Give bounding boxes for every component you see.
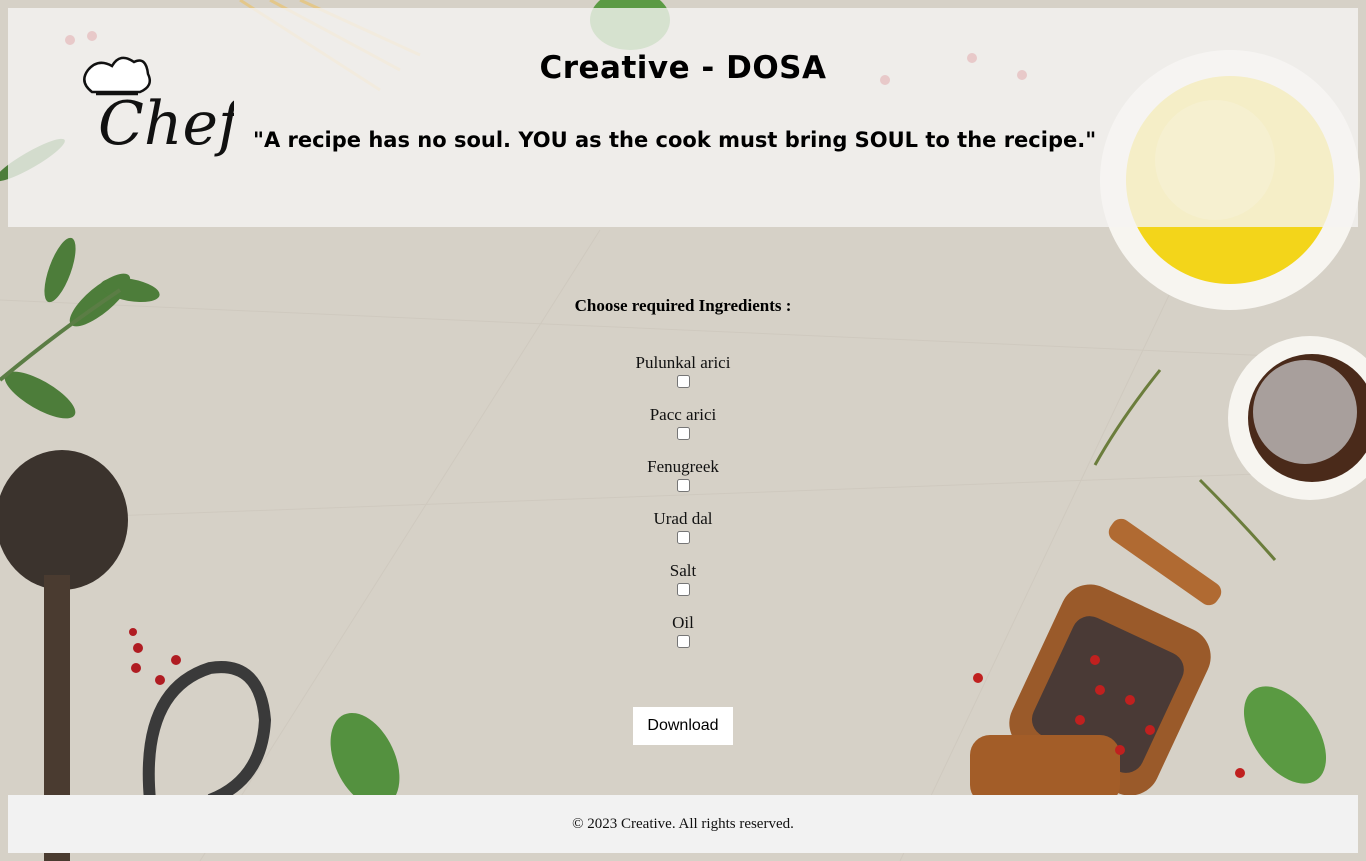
site-footer: © 2023 Creative. All rights reserved.: [8, 795, 1358, 853]
ingredients-form: Choose required Ingredients : Pulunkal a…: [0, 296, 1366, 665]
ingredient-checkbox-urad-dal[interactable]: [676, 531, 690, 544]
site-header: Chef Creative - DOSA "A recipe has no so…: [8, 8, 1358, 227]
ingredient-label: Urad dal: [653, 509, 713, 528]
ingredient-checkbox-pacc-arici[interactable]: [676, 427, 690, 440]
ingredient-item: Pulunkal arici: [0, 353, 1366, 405]
ingredient-checkbox-fenugreek[interactable]: [676, 479, 690, 492]
ingredient-checkbox-salt[interactable]: [676, 583, 690, 596]
ingredient-label: Pulunkal arici: [635, 353, 731, 372]
ingredient-item: Salt: [0, 561, 1366, 613]
ingredient-item: Pacc arici: [0, 405, 1366, 457]
ingredient-label: Fenugreek: [647, 457, 719, 476]
header-quote: "A recipe has no soul. YOU as the cook m…: [253, 128, 1097, 152]
ingredient-item: Fenugreek: [0, 457, 1366, 509]
copyright-text: © 2023 Creative. All rights reserved.: [572, 816, 794, 832]
ingredient-checkbox-oil[interactable]: [676, 635, 690, 648]
download-button[interactable]: Download: [633, 707, 733, 745]
ingredient-label: Salt: [669, 561, 697, 580]
form-heading: Choose required Ingredients :: [574, 296, 792, 315]
ingredient-item: Urad dal: [0, 509, 1366, 561]
ingredient-label: Pacc arici: [649, 405, 717, 424]
page-title: Creative - DOSA: [539, 50, 827, 86]
ingredient-label: Oil: [672, 613, 694, 632]
svg-text:Chef: Chef: [98, 89, 234, 159]
ingredient-item: Oil: [0, 613, 1366, 665]
ingredient-checkbox-pulunkal-arici[interactable]: [676, 375, 690, 388]
